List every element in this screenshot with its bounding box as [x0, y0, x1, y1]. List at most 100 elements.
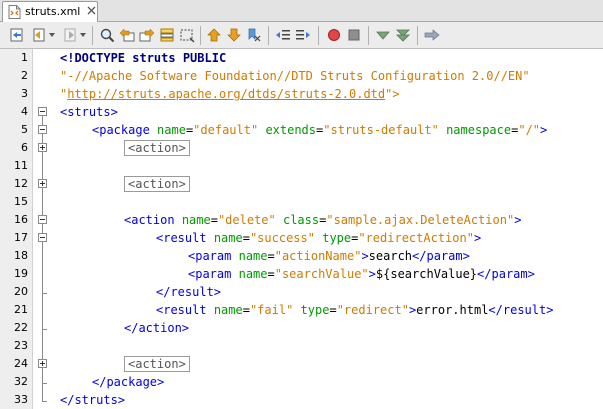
code-line: 5 <package name="default" extends="strut… — [0, 121, 603, 139]
code-line: 22 </action> — [0, 319, 603, 337]
shift-left-button[interactable] — [274, 26, 292, 44]
tab-label: struts.xml — [25, 5, 81, 18]
result-element: <result name="fail" type="redirect">erro… — [156, 303, 554, 317]
line-number: 12 — [14, 177, 28, 190]
fold-collapse-icon[interactable] — [38, 107, 47, 116]
back-icon — [33, 28, 45, 42]
editor-toolbar — [0, 22, 603, 49]
code-line: 11 — [0, 157, 603, 175]
find-previous-icon — [119, 28, 135, 42]
line-number: 5 — [21, 123, 28, 136]
toolbar-separator — [368, 26, 369, 45]
check-xml-button[interactable] — [374, 26, 392, 44]
result-open-tag: <result name="success" type="redirectAct… — [156, 231, 482, 245]
toggle-bookmark-icon — [248, 28, 261, 42]
toolbar-separator — [200, 26, 201, 45]
toolbar-separator — [268, 26, 269, 45]
code-line: 33 </struts> — [0, 391, 603, 409]
toggle-bookmark-button[interactable] — [245, 26, 263, 44]
line-number: 18 — [14, 249, 28, 262]
code-line: 23 — [0, 337, 603, 355]
toolbar-separator — [417, 26, 418, 45]
code-line: 20 </result> — [0, 283, 603, 301]
editor-tab-bar: struts.xml — [0, 0, 603, 22]
code-line: 2 "-//Apache Software Foundation//DTD St… — [0, 67, 603, 85]
next-bookmark-button[interactable] — [225, 26, 243, 44]
system-id: "http://struts.apache.org/dtds/struts-2.… — [60, 87, 400, 101]
find-selection-icon — [100, 28, 115, 43]
action-open-tag: <action name="delete" class="sample.ajax… — [124, 213, 522, 227]
validate-xml-button[interactable] — [394, 26, 412, 44]
fold-collapse-icon[interactable] — [38, 233, 47, 242]
rect-select-button[interactable] — [178, 26, 196, 44]
public-id: "-//Apache Software Foundation//DTD Stru… — [60, 69, 530, 83]
code-line: 19 <param name="searchValue">${searchVal… — [0, 265, 603, 283]
toggle-highlight-button[interactable] — [158, 26, 176, 44]
previous-bookmark-button[interactable] — [205, 26, 223, 44]
fold-expand-icon[interactable] — [38, 359, 47, 368]
code-line: 1 <!DOCTYPE struts PUBLIC — [0, 49, 603, 67]
forward-icon — [64, 28, 76, 42]
code-line: 3 "http://struts.apache.org/dtds/struts-… — [0, 85, 603, 103]
line-number: 6 — [21, 141, 28, 154]
code-line: 21 <result name="fail" type="redirect">e… — [0, 301, 603, 319]
validate-xml-icon — [396, 29, 410, 42]
param-element: <param name="searchValue">${searchValue}… — [188, 267, 535, 281]
line-number: 24 — [14, 357, 28, 370]
code-line: 6 <action> — [0, 139, 603, 157]
forward-dropdown-icon[interactable] — [80, 33, 86, 37]
collapsed-action[interactable]: <action> — [124, 175, 190, 193]
line-number: 4 — [21, 105, 28, 118]
stop-macro-button[interactable] — [345, 26, 363, 44]
collapsed-action[interactable]: <action> — [124, 355, 190, 373]
back-dropdown-icon[interactable] — [49, 33, 55, 37]
result-close-tag: </result> — [156, 285, 222, 299]
shift-left-icon — [276, 30, 290, 40]
toggle-highlight-icon — [160, 28, 174, 42]
line-number: 22 — [14, 321, 28, 334]
find-next-icon — [139, 28, 155, 42]
line-number: 3 — [21, 87, 28, 100]
forward-button[interactable] — [61, 26, 79, 44]
close-icon[interactable] — [87, 6, 96, 15]
shift-right-button[interactable] — [294, 26, 312, 44]
find-selection-button[interactable] — [98, 26, 116, 44]
check-xml-icon — [376, 31, 390, 40]
xsl-transform-button[interactable] — [423, 26, 441, 44]
last-edit-button[interactable] — [8, 26, 26, 44]
toolbar-separator — [92, 26, 93, 45]
code-line: 32 </package> — [0, 373, 603, 391]
dtd-link[interactable]: http://struts.apache.org/dtds/struts-2.0… — [67, 87, 385, 101]
line-number: 23 — [14, 339, 28, 352]
start-macro-button[interactable] — [325, 26, 343, 44]
tab-struts-xml[interactable]: struts.xml — [2, 1, 98, 22]
shift-right-icon — [296, 30, 310, 40]
find-next-button[interactable] — [138, 26, 156, 44]
line-number: 2 — [21, 69, 28, 82]
last-edit-icon — [10, 28, 23, 42]
struts-open-tag: <struts> — [60, 105, 118, 119]
fold-collapse-icon[interactable] — [38, 215, 47, 224]
code-line: 12 <action> — [0, 175, 603, 193]
line-number: 17 — [14, 231, 28, 244]
line-number: 21 — [14, 303, 28, 316]
next-bookmark-icon — [227, 28, 241, 42]
line-number: 32 — [14, 375, 28, 388]
doctype-decl: <!DOCTYPE struts PUBLIC — [60, 51, 227, 65]
fold-expand-icon[interactable] — [38, 179, 47, 188]
collapsed-action[interactable]: <action> — [124, 139, 190, 157]
previous-bookmark-icon — [207, 28, 221, 42]
toggle-rect-select-icon — [180, 29, 195, 43]
fold-collapse-icon[interactable] — [38, 125, 47, 134]
fold-expand-icon[interactable] — [38, 143, 47, 152]
find-previous-button[interactable] — [118, 26, 136, 44]
line-number: 20 — [14, 285, 28, 298]
code-line: 16 <action name="delete" class="sample.a… — [0, 211, 603, 229]
code-line: 17 <result name="success" type="redirect… — [0, 229, 603, 247]
start-macro-icon — [328, 29, 340, 41]
xml-file-icon — [8, 5, 21, 19]
line-number: 1 — [21, 51, 28, 64]
action-close-tag: </action> — [124, 321, 190, 335]
line-number: 11 — [14, 159, 28, 172]
back-button[interactable] — [30, 26, 48, 44]
